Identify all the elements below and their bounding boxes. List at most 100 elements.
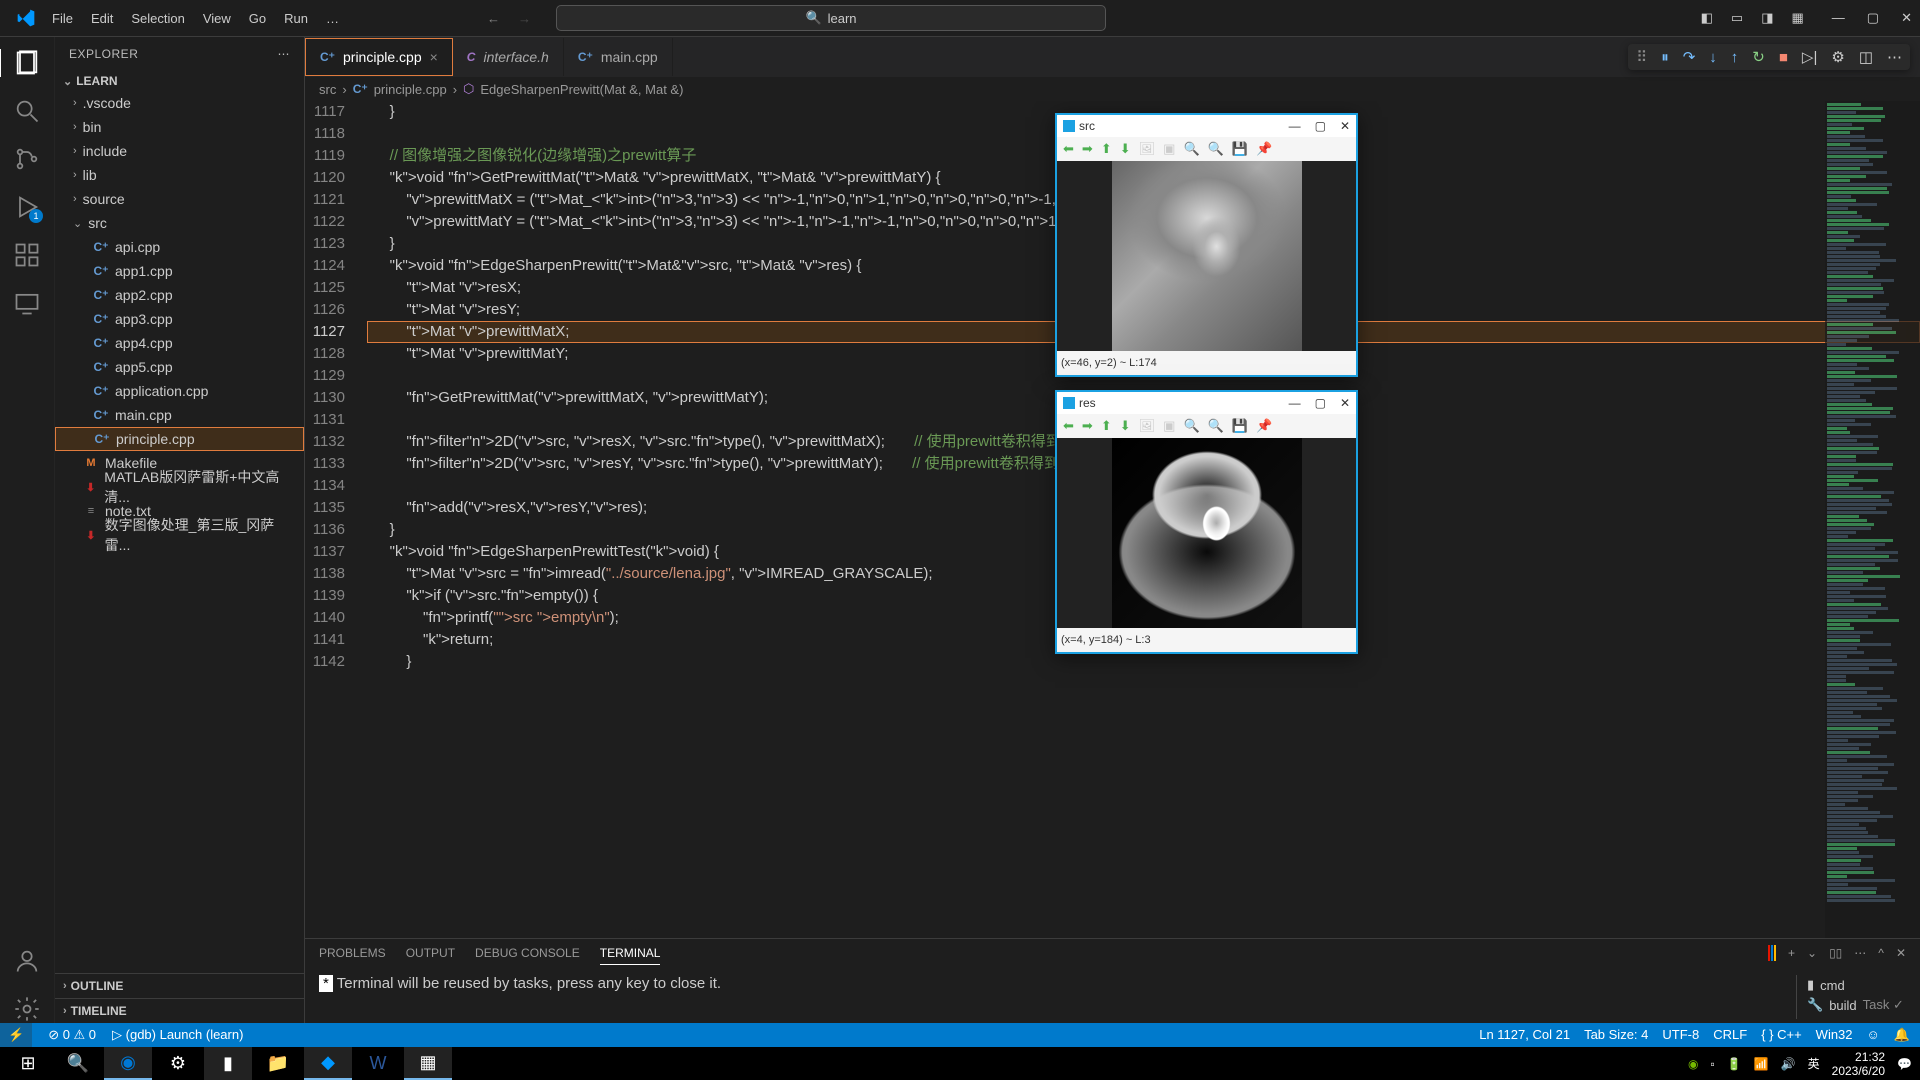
tab-output[interactable]: OUTPUT — [406, 946, 455, 964]
command-center[interactable]: 🔍 learn — [556, 5, 1106, 31]
tray-ime[interactable]: 英 — [1808, 1055, 1820, 1072]
terminal-build[interactable]: 🔧build Task ✓ — [1807, 995, 1906, 1015]
close-icon[interactable]: ✕ — [1340, 115, 1350, 137]
status-feedback-icon[interactable]: ☺ — [1867, 1027, 1880, 1043]
close-tab-icon[interactable]: × — [430, 49, 438, 65]
status-lang[interactable]: { } C++ — [1761, 1027, 1801, 1043]
account-icon[interactable] — [13, 947, 41, 975]
settings-debug-icon[interactable]: ⚙ — [1831, 48, 1844, 66]
search-button[interactable]: 🔍 — [54, 1047, 102, 1080]
imgwin-titlebar[interactable]: res—▢✕ — [1057, 392, 1356, 414]
close-panel-icon[interactable]: ✕ — [1896, 946, 1906, 964]
menu-view[interactable]: View — [195, 7, 239, 30]
picture-icon[interactable]: 🖼 — [1139, 415, 1156, 437]
status-platform[interactable]: Win32 — [1816, 1027, 1853, 1043]
file-app1[interactable]: C⁺app1.cpp — [55, 259, 304, 283]
layout-sidebar-icon[interactable]: ◧ — [1701, 10, 1713, 26]
maximize-panel-icon[interactable]: ^ — [1878, 946, 1884, 964]
settings-icon[interactable] — [13, 995, 41, 1023]
image-window-src[interactable]: src—▢✕ ⬅➡⬆⬇🖼▣🔍🔍💾📌 (x=46, y=2) ~ L:174 — [1055, 113, 1358, 377]
outline-section[interactable]: ›OUTLINE — [55, 973, 304, 998]
folder-lib[interactable]: ›lib — [55, 163, 304, 187]
terminal-cmd[interactable]: ▮cmd — [1807, 975, 1906, 995]
more-icon[interactable]: ⋯ — [1854, 946, 1866, 964]
close-icon[interactable]: ✕ — [1340, 392, 1350, 414]
arrow-down-icon[interactable]: ⬇ — [1120, 415, 1131, 437]
drag-handle-icon[interactable]: ⠿ — [1636, 48, 1647, 66]
menu-more[interactable]: … — [318, 7, 347, 30]
folder-include[interactable]: ›include — [55, 139, 304, 163]
arrow-left-icon[interactable]: ⬅ — [1063, 415, 1074, 437]
explorer-button[interactable]: 📁 — [254, 1047, 302, 1080]
file-principle[interactable]: C⁺principle.cpp — [55, 427, 304, 451]
tab-interface[interactable]: Cinterface.h — [453, 38, 564, 76]
tab-problems[interactable]: PROBLEMS — [319, 946, 386, 964]
word-button[interactable]: W — [354, 1047, 402, 1080]
search-icon[interactable] — [13, 97, 41, 125]
terminal[interactable]: * Terminal will be reused by tasks, pres… — [305, 971, 1920, 1023]
minimap[interactable] — [1825, 101, 1920, 938]
close-icon[interactable]: ✕ — [1901, 10, 1912, 26]
status-eol[interactable]: CRLF — [1713, 1027, 1747, 1043]
file-pdf1[interactable]: ⬇MATLAB版冈萨雷斯+中文高清... — [55, 475, 304, 499]
crop-icon[interactable]: ▣ — [1163, 415, 1175, 437]
step-into-icon[interactable]: ↓ — [1709, 49, 1717, 66]
tray-battery-icon[interactable]: 🔋 — [1727, 1057, 1742, 1071]
menu-selection[interactable]: Selection — [123, 7, 192, 30]
tab-terminal[interactable]: TERMINAL — [600, 946, 661, 965]
restart-icon[interactable]: ↻ — [1752, 48, 1765, 66]
vscode-button[interactable]: ◆ — [304, 1047, 352, 1080]
status-cursor[interactable]: Ln 1127, Col 21 — [1479, 1027, 1570, 1043]
picture-icon[interactable]: 🖼 — [1139, 138, 1156, 160]
folder-src[interactable]: ⌄src — [55, 211, 304, 235]
start-button[interactable]: ⊞ — [4, 1047, 52, 1080]
tray-app-icon[interactable]: ▫ — [1711, 1057, 1715, 1071]
pin-icon[interactable]: 📌 — [1256, 415, 1272, 437]
file-main[interactable]: C⁺main.cpp — [55, 403, 304, 427]
maximize-icon[interactable]: ▢ — [1315, 392, 1326, 414]
arrow-right-icon[interactable]: ➡ — [1082, 138, 1093, 160]
status-errors[interactable]: ⊘ 0 ⚠ 0 — [48, 1027, 96, 1043]
source-control-icon[interactable] — [13, 145, 41, 173]
file-app3[interactable]: C⁺app3.cpp — [55, 307, 304, 331]
minimize-icon[interactable]: — — [1289, 392, 1301, 414]
layout-right-icon[interactable]: ◨ — [1761, 10, 1773, 26]
minimize-icon[interactable]: — — [1289, 115, 1301, 137]
tab-principle[interactable]: C⁺principle.cpp× — [305, 38, 453, 76]
arrow-up-icon[interactable]: ⬆ — [1101, 138, 1112, 160]
image-window-res[interactable]: res—▢✕ ⬅➡⬆⬇🖼▣🔍🔍💾📌 (x=4, y=184) ~ L:3 — [1055, 390, 1358, 654]
dropdown-icon[interactable]: ⌄ — [1807, 946, 1817, 964]
split-terminal-icon[interactable]: ▯▯ — [1829, 946, 1842, 964]
more-icon[interactable]: ⋯ — [1887, 48, 1902, 66]
status-notifications-icon[interactable]: 🔔 — [1894, 1027, 1910, 1043]
layout-custom-icon[interactable]: ▦ — [1792, 10, 1804, 26]
menu-file[interactable]: File — [44, 7, 81, 30]
status-tabsize[interactable]: Tab Size: 4 — [1584, 1027, 1648, 1043]
step-out-icon[interactable]: ↑ — [1731, 49, 1739, 66]
debug-icon[interactable]: 1 — [13, 193, 41, 221]
tab-main[interactable]: C⁺main.cpp — [564, 38, 673, 76]
nav-forward-icon[interactable]: → — [518, 11, 531, 26]
folder-bin[interactable]: ›bin — [55, 115, 304, 139]
more-icon[interactable]: ⋯ — [278, 47, 291, 61]
timeline-section[interactable]: ›TIMELINE — [55, 998, 304, 1023]
split-icon[interactable]: ◫ — [1859, 48, 1873, 66]
file-api[interactable]: C⁺api.cpp — [55, 235, 304, 259]
explorer-icon[interactable] — [13, 49, 41, 77]
workspace-section[interactable]: ⌄ LEARN — [55, 71, 304, 91]
arrow-right-icon[interactable]: ➡ — [1082, 415, 1093, 437]
edge-button[interactable]: ◉ — [104, 1047, 152, 1080]
tray-volume-icon[interactable]: 🔊 — [1781, 1057, 1796, 1071]
cmd-button[interactable]: ▮ — [204, 1047, 252, 1080]
menu-edit[interactable]: Edit — [83, 7, 121, 30]
folder-source[interactable]: ›source — [55, 187, 304, 211]
nav-back-icon[interactable]: ← — [487, 11, 500, 26]
settings-button[interactable]: ⚙ — [154, 1047, 202, 1080]
extensions-icon[interactable] — [13, 241, 41, 269]
add-terminal-icon[interactable]: + — [1788, 946, 1795, 964]
maximize-icon[interactable]: ▢ — [1867, 10, 1879, 26]
arrow-up-icon[interactable]: ⬆ — [1101, 415, 1112, 437]
minimize-icon[interactable]: — — [1832, 10, 1845, 26]
breadcrumb[interactable]: src › C⁺ principle.cpp › ⬡ EdgeSharpenPr… — [305, 77, 1920, 101]
zoom-in-icon[interactable]: 🔍 — [1183, 138, 1199, 160]
